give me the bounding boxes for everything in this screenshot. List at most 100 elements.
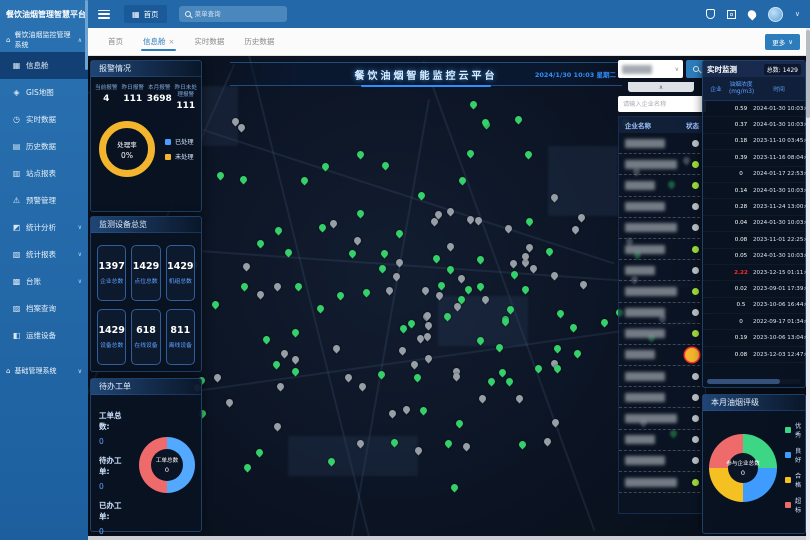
realtime-row[interactable]: 0.08 2023-12-03 12:47:00 bbox=[703, 347, 805, 363]
device-stat-box[interactable]: 1397 企业总数 bbox=[97, 245, 126, 301]
map-pin-online[interactable] bbox=[271, 360, 281, 370]
realtime-row[interactable]: 0.14 2024-01-30 10:03:00 bbox=[703, 183, 805, 199]
map-pin-online[interactable] bbox=[524, 217, 534, 227]
map-pin-offline[interactable] bbox=[571, 225, 581, 235]
map-pin-offline[interactable] bbox=[279, 349, 289, 359]
map-pin-online[interactable] bbox=[437, 281, 447, 291]
map-pin-online[interactable] bbox=[444, 439, 454, 449]
sidebar-item[interactable]: ▦ 信息舱 ∨ bbox=[0, 52, 88, 79]
map-pin-offline[interactable] bbox=[423, 354, 433, 364]
sidebar-item[interactable]: ◈ GIS地图 ∨ bbox=[0, 79, 88, 106]
tab[interactable]: 首页 × bbox=[98, 28, 133, 55]
map-pin-offline[interactable] bbox=[272, 422, 282, 432]
map-pin-offline[interactable] bbox=[446, 241, 456, 251]
map-pin-offline[interactable] bbox=[256, 289, 266, 299]
map-pin-offline[interactable] bbox=[529, 264, 539, 274]
map-pin-offline[interactable] bbox=[549, 270, 559, 280]
map-pin-online[interactable] bbox=[255, 448, 265, 458]
map-pin-offline[interactable] bbox=[329, 218, 339, 228]
map-pin-online[interactable] bbox=[381, 161, 391, 171]
map-pin-offline[interactable] bbox=[353, 235, 363, 245]
page-scrollbar-thumb[interactable] bbox=[806, 30, 810, 118]
map-pin-online[interactable] bbox=[379, 248, 389, 258]
sidebar-item[interactable]: ▩ 台账 ∨ bbox=[0, 268, 88, 295]
map-pin-online[interactable] bbox=[418, 406, 428, 416]
company-row[interactable] bbox=[619, 430, 705, 451]
map-pin-online[interactable] bbox=[504, 377, 514, 387]
map-pin-offline[interactable] bbox=[398, 346, 408, 356]
sidebar-item[interactable]: ◷ 实时数据 ∨ bbox=[0, 106, 88, 133]
sidebar-item[interactable]: ⚠ 预警管理 ∨ bbox=[0, 187, 88, 214]
more-button[interactable]: 更多 ∨ bbox=[765, 34, 800, 50]
map-pin-online[interactable] bbox=[300, 175, 310, 185]
company-row[interactable] bbox=[619, 197, 705, 218]
realtime-row[interactable]: 0.02 2023-09-01 17:39:00 bbox=[703, 281, 805, 297]
sidebar-item-base-system[interactable]: ⌂ 基础管理系统 ∨ bbox=[0, 359, 88, 383]
map-pin-offline[interactable] bbox=[525, 243, 535, 253]
map-pin-online[interactable] bbox=[273, 225, 283, 235]
map-pin-offline[interactable] bbox=[272, 282, 282, 292]
map-pin-online[interactable] bbox=[317, 223, 327, 233]
map-pin-offline[interactable] bbox=[290, 354, 300, 364]
map-pin-online[interactable] bbox=[573, 349, 583, 359]
map-pin-online[interactable] bbox=[487, 377, 497, 387]
map-pin-online[interactable] bbox=[291, 327, 301, 337]
map-pin-offline[interactable] bbox=[542, 437, 552, 447]
menu-search-input[interactable] bbox=[195, 10, 275, 18]
map-pin-offline[interactable] bbox=[343, 372, 353, 382]
realtime-row[interactable]: 0.08 2023-11-01 22:25:00 bbox=[703, 232, 805, 248]
company-row[interactable] bbox=[619, 175, 705, 196]
map-pin-online[interactable] bbox=[497, 367, 507, 377]
sidebar-item[interactable]: ◩ 统计分析 ∨ bbox=[0, 214, 88, 241]
realtime-row[interactable]: 0.04 2024-01-30 10:03:00 bbox=[703, 216, 805, 232]
map-pin-offline[interactable] bbox=[241, 261, 251, 271]
map-pin-offline[interactable] bbox=[421, 285, 431, 295]
realtime-row[interactable]: 0.05 2024-01-30 10:03:00 bbox=[703, 249, 805, 265]
map-pin-online[interactable] bbox=[355, 149, 365, 159]
scrollbar-thumb[interactable] bbox=[707, 379, 780, 384]
map-pin-offline[interactable] bbox=[466, 214, 476, 224]
map-pin-online[interactable] bbox=[523, 149, 533, 159]
map-pin-online[interactable] bbox=[336, 290, 346, 300]
map-pin-online[interactable] bbox=[553, 343, 563, 353]
map-pin-online[interactable] bbox=[413, 373, 423, 383]
map-pin-offline[interactable] bbox=[515, 393, 525, 403]
map-pin-online[interactable] bbox=[399, 324, 409, 334]
map-pin-online[interactable] bbox=[446, 265, 456, 275]
map-pin-online[interactable] bbox=[476, 254, 486, 264]
realtime-row[interactable]: 0.39 2023-11-16 08:04:00 bbox=[703, 150, 805, 166]
realtime-row[interactable]: 0.19 2023-10-06 13:04:00 bbox=[703, 330, 805, 346]
company-row[interactable] bbox=[619, 324, 705, 345]
map-pin-offline[interactable] bbox=[461, 442, 471, 452]
realtime-row[interactable]: 0.18 2023-11-10 03:45:00 bbox=[703, 134, 805, 150]
company-row[interactable] bbox=[619, 260, 705, 281]
realtime-row[interactable]: 0 2024-01-17 22:53:00 bbox=[703, 167, 805, 183]
map-pin-offline[interactable] bbox=[225, 397, 235, 407]
sidebar-system-header[interactable]: ⌂ 餐饮油烟监控管理系统 ∧ bbox=[0, 28, 88, 52]
map-pin-online[interactable] bbox=[262, 335, 272, 345]
collapse-handle[interactable]: ∧ bbox=[628, 82, 694, 92]
map-pin-online[interactable] bbox=[455, 419, 465, 429]
map-pin-online[interactable] bbox=[256, 238, 266, 248]
map-pin-online[interactable] bbox=[406, 319, 416, 329]
map-pin-offline[interactable] bbox=[508, 259, 518, 269]
avatar[interactable] bbox=[768, 7, 783, 22]
realtime-row[interactable]: 2.22 2023-12-15 01:11:00 bbox=[703, 265, 805, 281]
sidebar-item[interactable]: ▥ 站点报表 ∨ bbox=[0, 160, 88, 187]
map-pin-online[interactable] bbox=[555, 308, 565, 318]
map-pin-online[interactable] bbox=[517, 439, 527, 449]
tab[interactable]: 信息舱 × bbox=[133, 28, 184, 55]
map-pin-online[interactable] bbox=[215, 171, 225, 181]
map-pin-online[interactable] bbox=[513, 115, 523, 125]
sidebar-item[interactable]: ▧ 统计报表 ∨ bbox=[0, 241, 88, 268]
sidebar-item[interactable]: ▨ 档案查询 ∨ bbox=[0, 295, 88, 322]
map-pin-online[interactable] bbox=[240, 282, 250, 292]
map-pin-offline[interactable] bbox=[357, 382, 367, 392]
realtime-row[interactable]: 0.5 2023-10-06 16:44:00 bbox=[703, 298, 805, 314]
device-stat-box[interactable]: 811 离线设备 bbox=[166, 309, 195, 365]
map-pin-online[interactable] bbox=[600, 317, 610, 327]
map-pin-online[interactable] bbox=[569, 322, 579, 332]
map-pin-online[interactable] bbox=[356, 209, 366, 219]
map-pin-online[interactable] bbox=[377, 263, 387, 273]
company-row[interactable] bbox=[619, 408, 705, 429]
